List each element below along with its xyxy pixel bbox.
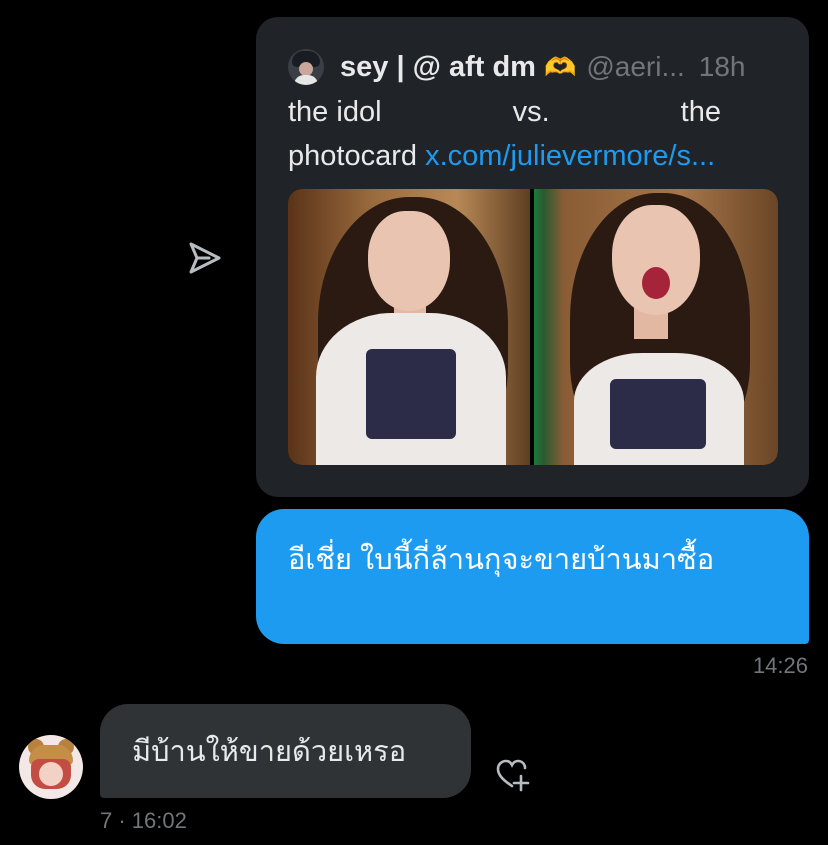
quoted-author-handle: @aeri... xyxy=(586,51,685,82)
quoted-tweet-card[interactable]: sey | @ aft dm 🫶 @aeri... 18h the idol v… xyxy=(256,17,809,497)
heart-hands-emoji: 🫶 xyxy=(543,51,577,82)
media-photo-left[interactable] xyxy=(288,189,530,465)
quoted-tweet-text: the idol vs. the photocard x.com/julieve… xyxy=(288,90,721,178)
media-photo-right[interactable] xyxy=(534,189,778,465)
received-message-text: มีบ้านให้ขายด้วยเหรอ xyxy=(132,736,407,768)
quoted-text-word: the idol xyxy=(288,96,382,128)
sent-message-text: อีเชี่ย ใบนี้กี่ล้านกุจะขายบ้านมาซื้อ xyxy=(288,544,715,576)
received-message-meta: 7 · 16:02 xyxy=(100,808,187,833)
quoted-text-line: photocard xyxy=(288,140,417,172)
received-message-bubble[interactable]: มีบ้านให้ขายด้วยเหรอ xyxy=(100,704,471,798)
share-icon[interactable] xyxy=(185,240,225,276)
quoted-author-avatar[interactable] xyxy=(288,49,324,85)
quoted-text-word: vs. xyxy=(512,96,550,128)
quoted-tweet-link[interactable]: x.com/julievermore/s... xyxy=(425,140,715,172)
sent-message-time: 14:26 xyxy=(752,653,808,678)
quoted-text-word: the xyxy=(680,96,721,128)
sender-avatar[interactable] xyxy=(19,735,83,799)
add-reaction-icon[interactable] xyxy=(495,757,531,793)
quoted-tweet-header: sey | @ aft dm 🫶 @aeri... 18h xyxy=(288,47,788,87)
quoted-author-name[interactable]: sey | @ aft dm xyxy=(340,51,536,84)
quoted-tweet-media[interactable] xyxy=(288,189,778,465)
sent-message-bubble[interactable]: อีเชี่ย ใบนี้กี่ล้านกุจะขายบ้านมาซื้อ xyxy=(256,509,809,644)
quoted-tweet-time: 18h xyxy=(698,51,746,82)
